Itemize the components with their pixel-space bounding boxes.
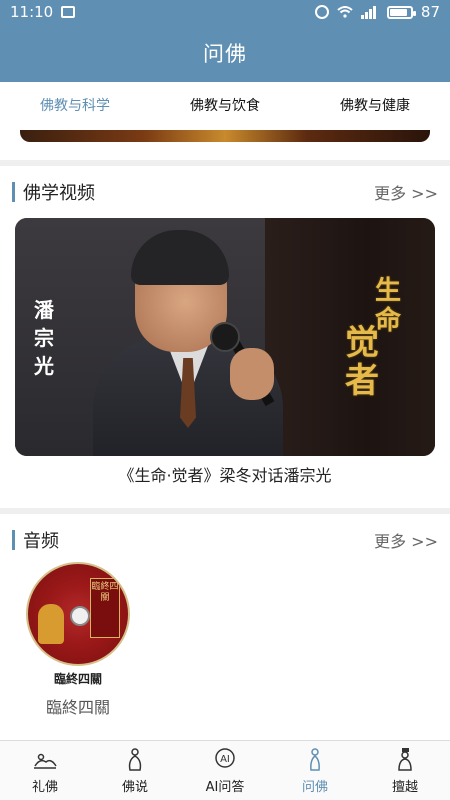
banner-area: [0, 130, 450, 160]
title-art-line2: 觉者: [345, 323, 379, 401]
tab-science[interactable]: 佛教与科学: [0, 82, 150, 130]
section-accent-bar: [12, 530, 15, 550]
bottom-nav: 礼佛 佛说 AI AI问答 问佛 擅越: [0, 740, 450, 800]
microphone-icon: [210, 322, 240, 352]
audio-more-link[interactable]: 更多 >>: [374, 528, 438, 552]
app-bar: 问佛: [0, 24, 450, 82]
banner-image[interactable]: [20, 130, 430, 142]
audio-cover[interactable]: 臨終四關: [26, 562, 130, 666]
video-section-title: 佛学视频: [12, 179, 95, 205]
monk-icon: [310, 748, 320, 771]
tab-label: 佛教与科学: [40, 98, 110, 114]
video-section-header: 佛学视频 更多 >>: [0, 166, 450, 218]
video-more-link[interactable]: 更多 >>: [374, 180, 438, 204]
video-section: 佛学视频 更多 >> 潘宗光 生命 觉者 《生命·觉者》梁冬对话潘宗光: [0, 166, 450, 508]
disc-hole: [70, 606, 90, 626]
audio-cover-label: 臨終四關: [53, 672, 102, 686]
image-notification-icon: [61, 6, 76, 18]
status-time: 11:10: [10, 3, 54, 21]
status-right: 87: [314, 3, 440, 21]
nav-label: 礼佛: [31, 780, 58, 795]
nav-label: 擅越: [391, 780, 418, 795]
video-side-text: 潘宗光: [34, 298, 54, 378]
alarm-icon: [314, 5, 329, 19]
bow-icon: [34, 753, 57, 769]
video-thumbnail[interactable]: 潘宗光 生命 觉者: [15, 218, 435, 456]
audio-section-title: 音频: [12, 527, 59, 553]
section-accent-bar: [12, 182, 15, 202]
audio-section-header: 音频 更多 >>: [0, 514, 450, 566]
audio-section: 音频 更多 >> 臨終四關 臨終四關 臨終四關: [0, 514, 450, 740]
category-tabs: 佛教与科学 佛教与饮食 佛教与健康: [0, 82, 450, 130]
ai-icon: AI: [215, 748, 235, 768]
scholar-icon: [398, 748, 412, 771]
buddha-icon: [128, 748, 142, 771]
audio-title[interactable]: 臨終四關: [0, 694, 156, 718]
battery-icon: [386, 5, 416, 19]
signal-icon: [360, 5, 379, 19]
nav-label: 佛说: [121, 780, 148, 795]
svg-text:AI: AI: [220, 754, 230, 765]
wifi-icon: [337, 6, 353, 18]
section-title-text: 音频: [23, 531, 59, 552]
nav-item-foshuo[interactable]: 佛说: [90, 741, 180, 800]
tab-diet[interactable]: 佛教与饮食: [150, 82, 300, 130]
cover-title-panel: 臨終四關: [90, 578, 120, 638]
monk-figure: [38, 604, 64, 644]
video-title-art: 生命 觉者: [345, 276, 421, 406]
tab-health[interactable]: 佛教与健康: [300, 82, 450, 130]
section-title-text: 佛学视频: [23, 183, 95, 204]
status-left: 11:10: [10, 3, 76, 21]
nav-item-lifo[interactable]: 礼佛: [0, 741, 90, 800]
nav-item-shanyue[interactable]: 擅越: [360, 741, 450, 800]
nav-item-ai[interactable]: AI AI问答: [180, 741, 270, 800]
tab-label: 佛教与饮食: [190, 98, 260, 114]
nav-label: 问佛: [301, 780, 328, 795]
video-caption[interactable]: 《生命·觉者》梁冬对话潘宗光: [0, 462, 450, 486]
page-title: 问佛: [203, 42, 247, 66]
nav-item-wenfo[interactable]: 问佛: [270, 741, 360, 800]
tab-label: 佛教与健康: [340, 98, 410, 114]
nav-label: AI问答: [205, 780, 245, 795]
battery-percent: 87: [420, 3, 440, 21]
speaker-hand: [230, 348, 274, 400]
status-bar: 11:10 87: [0, 0, 450, 24]
